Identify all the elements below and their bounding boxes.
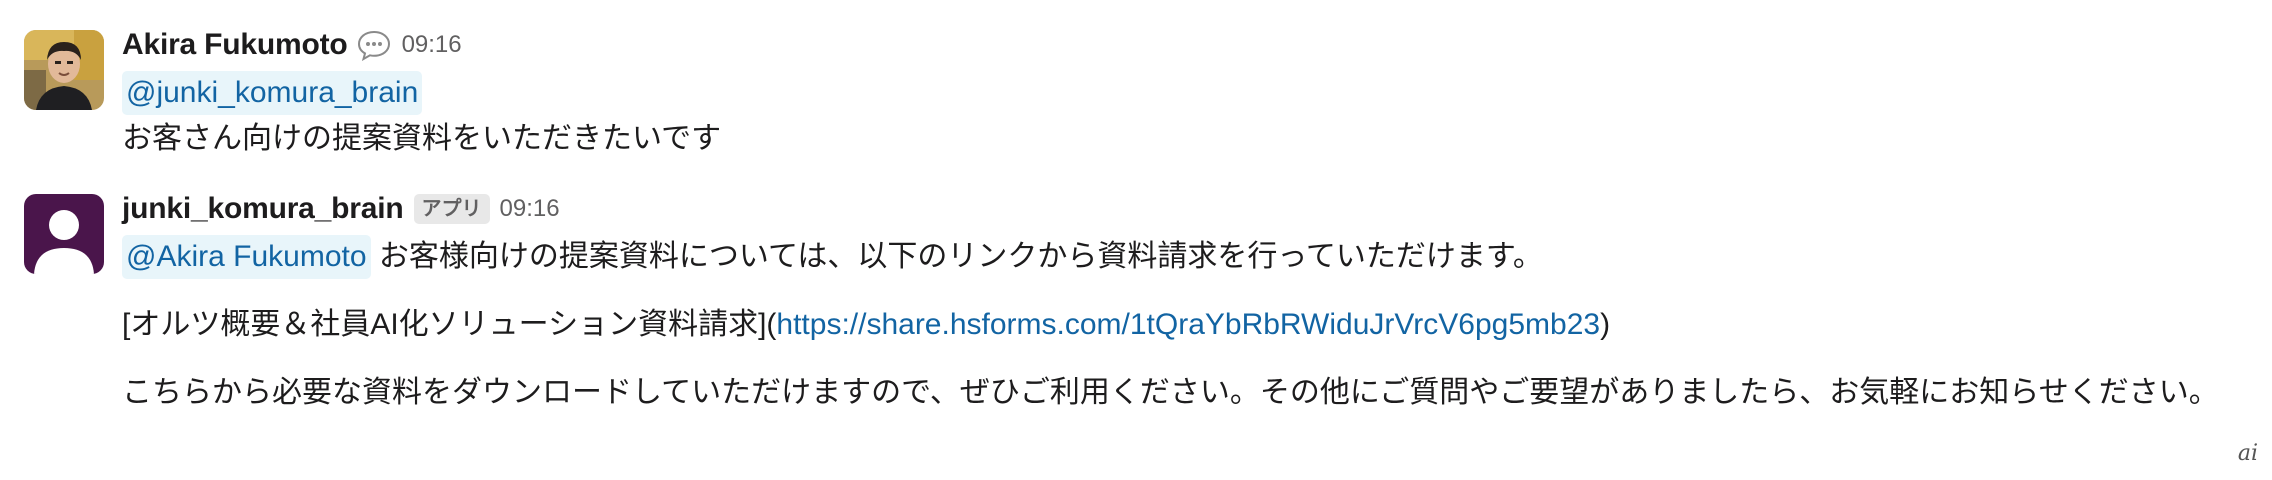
avatar-junki[interactable]: [24, 194, 104, 274]
message-line: @junki_komura_brain: [122, 70, 2222, 116]
watermark-logo: ai: [2237, 441, 2258, 466]
document-request-link[interactable]: https://share.hsforms.com/1tQraYbRbRWidu…: [776, 308, 1600, 341]
avatar-akira[interactable]: [24, 30, 104, 110]
sender-name[interactable]: Akira Fukumoto: [122, 28, 348, 62]
sender-name[interactable]: junki_komura_brain: [122, 192, 404, 226]
message-header: Akira Fukumoto 09:16: [122, 20, 2222, 70]
message-text: お客さん向けの提案資料をいただきたいです: [122, 122, 722, 155]
message-text: お客様向けの提案資料については、以下のリンクから資料請求を行っていただけます。: [378, 240, 1543, 273]
default-avatar-icon: [24, 194, 104, 274]
app-badge: アプリ: [413, 194, 490, 224]
user-mention[interactable]: @Akira Fukumoto: [122, 235, 371, 279]
link-prefix: [オルツ概要＆社員AI化ソリューション資料請求](: [122, 308, 777, 341]
message-line: @Akira Fukumoto お客様向けの提案資料については、以下のリンクから…: [122, 234, 2222, 280]
closing-text: こちらから必要な資料をダウンロードしていただけますので、ぜひご利用ください。その…: [122, 376, 2219, 409]
link-line: [オルツ概要＆社員AI化ソリューション資料請求](https://share.h…: [122, 302, 2222, 348]
timestamp[interactable]: 09:16: [402, 31, 462, 59]
user-mention[interactable]: @junki_komura_brain: [122, 71, 423, 115]
link-suffix: ): [1600, 308, 1611, 341]
timestamp[interactable]: 09:16: [500, 195, 560, 223]
message-header: junki_komura_brain アプリ 09:16: [122, 184, 2222, 234]
speech-bubble-icon[interactable]: [356, 27, 392, 63]
user-photo-icon: [24, 30, 104, 110]
